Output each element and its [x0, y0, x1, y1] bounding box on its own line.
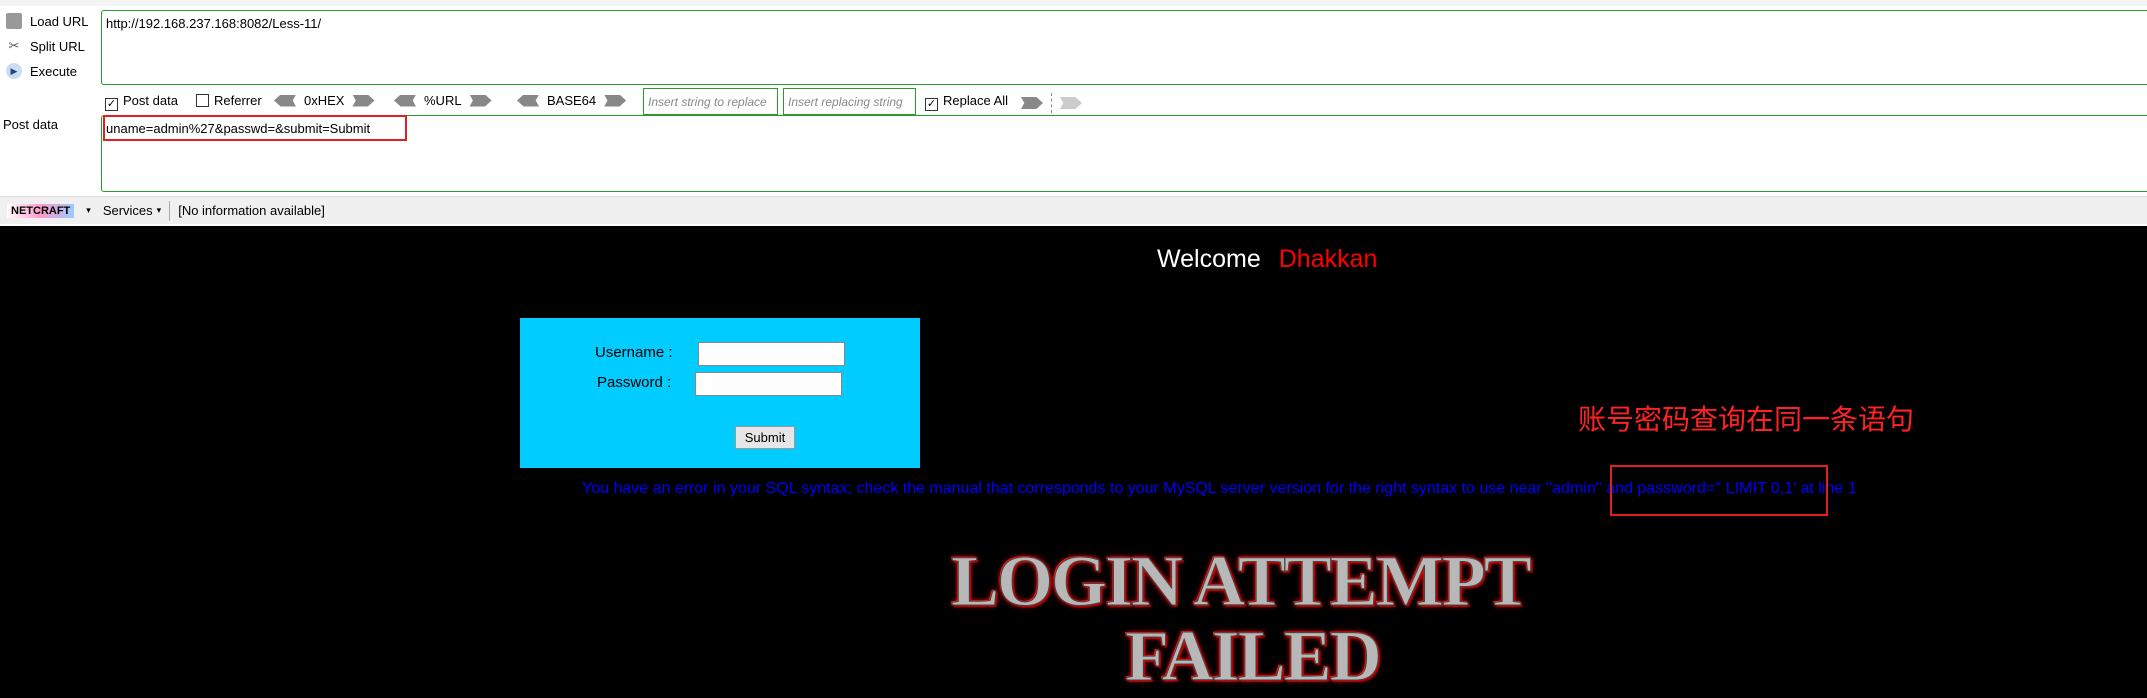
info-text: [No information available] [178, 203, 325, 218]
arrow-right-icon[interactable] [469, 94, 492, 107]
arrow-right-icon[interactable] [352, 94, 375, 107]
username-label: Username : [595, 344, 673, 361]
replace-buttons [1021, 93, 1082, 113]
arrow-left-icon[interactable] [517, 94, 539, 107]
services-menu[interactable]: Services [103, 203, 153, 218]
netcraft-logo[interactable]: NETCRAFT [7, 203, 75, 218]
password-label: Password : [597, 374, 672, 391]
load-url-icon [6, 13, 22, 29]
replace-all-icon[interactable] [1060, 97, 1082, 109]
scissors-icon: ✂ [8, 38, 20, 53]
post-data-input[interactable]: uname=admin%27&passwd=&submit=Submit [101, 115, 2147, 192]
dropdown-icon[interactable]: ▾ [86, 205, 91, 216]
error-highlight-box [1610, 465, 1828, 516]
arrow-left-icon[interactable] [274, 94, 296, 107]
arrow-right-icon[interactable] [604, 94, 627, 107]
login-failed-banner: LOGIN ATTEMPT [951, 541, 1533, 622]
divider [169, 200, 171, 221]
password-input[interactable] [695, 372, 842, 396]
execute-button[interactable]: ▶ Execute [6, 63, 77, 79]
url-encoder[interactable]: %URL [394, 93, 492, 108]
load-url-button[interactable]: Load URL [6, 13, 89, 29]
hex-encoder[interactable]: 0xHEX [274, 93, 375, 108]
post-data-label: Post data [3, 117, 58, 132]
url-input[interactable]: http://192.168.237.168:8082/Less-11/ [101, 10, 2147, 85]
arrow-left-icon[interactable] [394, 94, 416, 107]
welcome-heading: Welcome Dhakkan [1157, 245, 1378, 273]
post-data-checkbox[interactable]: ✓ Post data [105, 93, 178, 111]
split-url-button[interactable]: ✂ Split URL [6, 38, 85, 54]
replace-all-checkbox[interactable]: ✓ Replace All [925, 93, 1008, 111]
replace-next-icon[interactable] [1021, 97, 1043, 109]
hackbar-menu-strip [0, 0, 2147, 6]
play-icon: ▶ [6, 63, 22, 79]
highlight-box [103, 115, 407, 141]
annotation-text: 账号密码查询在同一条语句 [1578, 404, 1915, 435]
base64-encoder[interactable]: BASE64 [517, 93, 627, 108]
netcraft-bar: NETCRAFT ▾ Services ▾ [No information av… [0, 196, 2147, 224]
login-failed-banner-line2: FAILED [1125, 616, 1383, 697]
submit-button[interactable]: Submit [735, 426, 795, 449]
referrer-checkbox[interactable]: Referrer [196, 93, 262, 108]
replace-string-input[interactable]: Insert string to replace [643, 88, 778, 115]
username-input[interactable] [698, 342, 845, 366]
replacing-string-input[interactable]: Insert replacing string [783, 88, 916, 115]
hackbar-toolbar: Load URL ✂ Split URL ▶ Execute http://19… [0, 0, 2147, 226]
chevron-down-icon: ▾ [156, 205, 162, 215]
login-form: Username : Password : Submit [520, 318, 920, 468]
